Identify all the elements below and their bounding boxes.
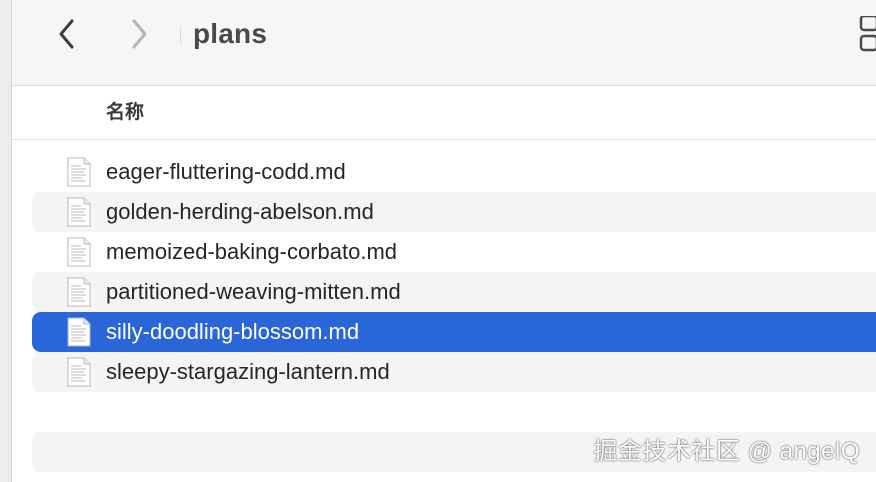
file-row[interactable]: golden-herding-abelson.md <box>32 192 876 232</box>
markdown-file-icon <box>67 357 91 387</box>
view-grid-icon <box>859 14 876 52</box>
markdown-file-icon <box>67 317 91 347</box>
file-name: sleepy-stargazing-lantern.md <box>106 359 390 384</box>
file-row[interactable]: sleepy-stargazing-lantern.md <box>32 352 876 392</box>
column-header-name[interactable]: 名称 <box>106 86 144 140</box>
forward-button[interactable] <box>122 14 156 54</box>
file-name: silly-doodling-blossom.md <box>106 319 360 344</box>
back-button[interactable] <box>50 14 84 54</box>
window-title: plans <box>193 18 268 49</box>
file-row[interactable]: partitioned-weaving-mitten.md <box>32 272 876 312</box>
watermark: 掘金技术社区 @ angelQ <box>593 438 860 465</box>
toolbar: plans <box>12 0 876 86</box>
file-name: golden-herding-abelson.md <box>106 199 374 224</box>
file-name: partitioned-weaving-mitten.md <box>106 279 401 304</box>
file-list: eager-fluttering-codd.md golden-herding-… <box>32 152 876 392</box>
file-row[interactable]: eager-fluttering-codd.md <box>32 152 876 192</box>
markdown-file-icon <box>67 277 91 307</box>
file-name: eager-fluttering-codd.md <box>106 159 346 184</box>
markdown-file-icon <box>67 157 91 187</box>
toolbar-separator <box>180 26 181 44</box>
file-row-selected[interactable]: silly-doodling-blossom.md <box>32 312 876 352</box>
view-mode-button[interactable] <box>854 14 876 52</box>
markdown-file-icon <box>67 237 91 267</box>
file-row[interactable]: memoized-baking-corbato.md <box>32 232 876 272</box>
list-header: 名称 <box>12 86 876 140</box>
chevron-right-icon <box>132 19 147 49</box>
chevron-left-icon <box>59 19 74 49</box>
markdown-file-icon <box>67 197 91 227</box>
window-left-edge <box>0 0 12 482</box>
file-name: memoized-baking-corbato.md <box>106 239 398 264</box>
